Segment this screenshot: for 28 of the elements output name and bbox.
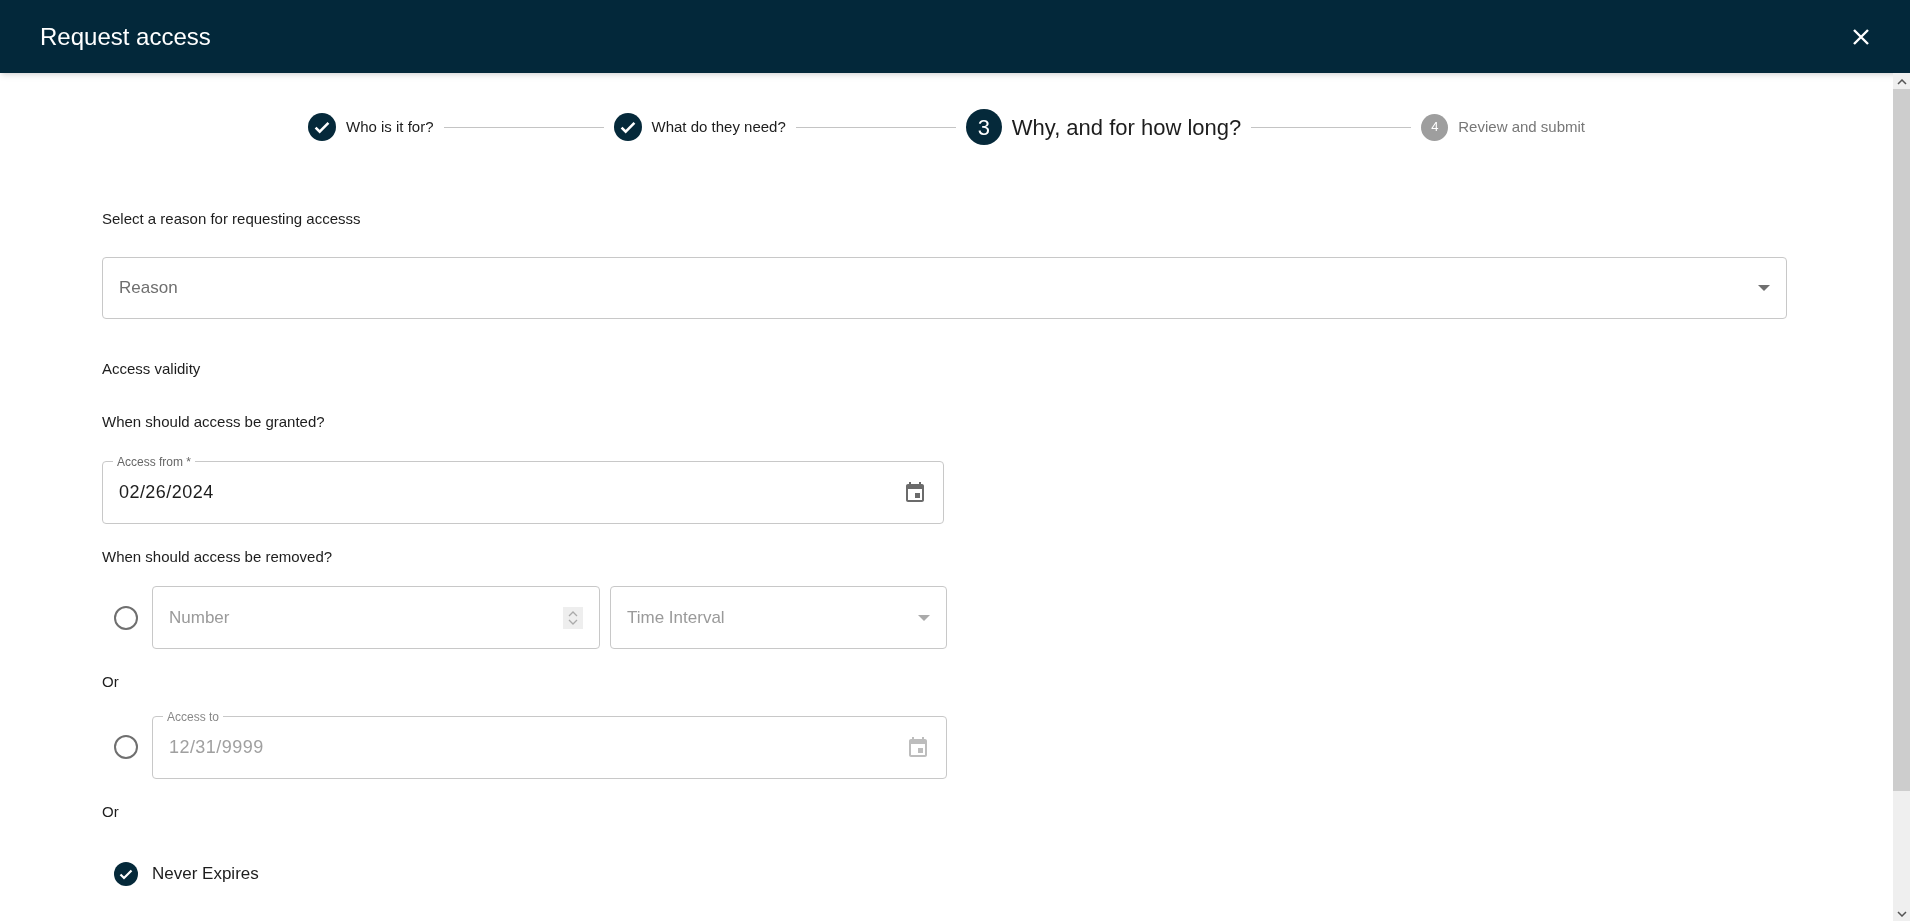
step-number: 4 — [1421, 113, 1449, 141]
scroll-down-icon[interactable] — [1896, 911, 1907, 917]
or-label: Or — [102, 801, 120, 822]
scrollbar[interactable] — [1893, 73, 1910, 921]
step-label[interactable]: Why, and for how long? — [1011, 110, 1242, 144]
select-placeholder: Reason — [119, 276, 178, 299]
question-label: When should access be granted? — [102, 412, 326, 432]
step-label[interactable]: What do they need? — [651, 115, 786, 139]
dropdown-caret-icon — [1758, 284, 1770, 291]
dialog-title: Request access — [40, 21, 211, 52]
dropdown-caret-icon — [918, 614, 930, 621]
question-label: When should access be removed? — [102, 546, 334, 567]
close-icon[interactable] — [1852, 27, 1870, 46]
option-label[interactable]: Never Expires — [152, 861, 259, 887]
step-label[interactable]: Review and submit — [1458, 115, 1585, 139]
field-placeholder: Time Interval — [627, 606, 725, 629]
calendar-icon[interactable] — [903, 480, 927, 504]
radio-button[interactable] — [114, 605, 138, 630]
section-title: Access validity — [102, 358, 202, 379]
step-number: 3 — [965, 109, 1002, 145]
step-label[interactable]: Who is it for? — [346, 115, 434, 139]
date-value: 02/26/2024 — [119, 480, 214, 504]
reason-select[interactable]: Reason — [102, 256, 1787, 319]
date-value: 12/31/9999 — [169, 735, 264, 759]
reason-prompt: Select a reason for requesting accesss — [102, 209, 362, 229]
or-label: Or — [102, 672, 120, 692]
scroll-up-icon[interactable] — [1896, 79, 1907, 85]
field-placeholder: Number — [169, 606, 230, 629]
